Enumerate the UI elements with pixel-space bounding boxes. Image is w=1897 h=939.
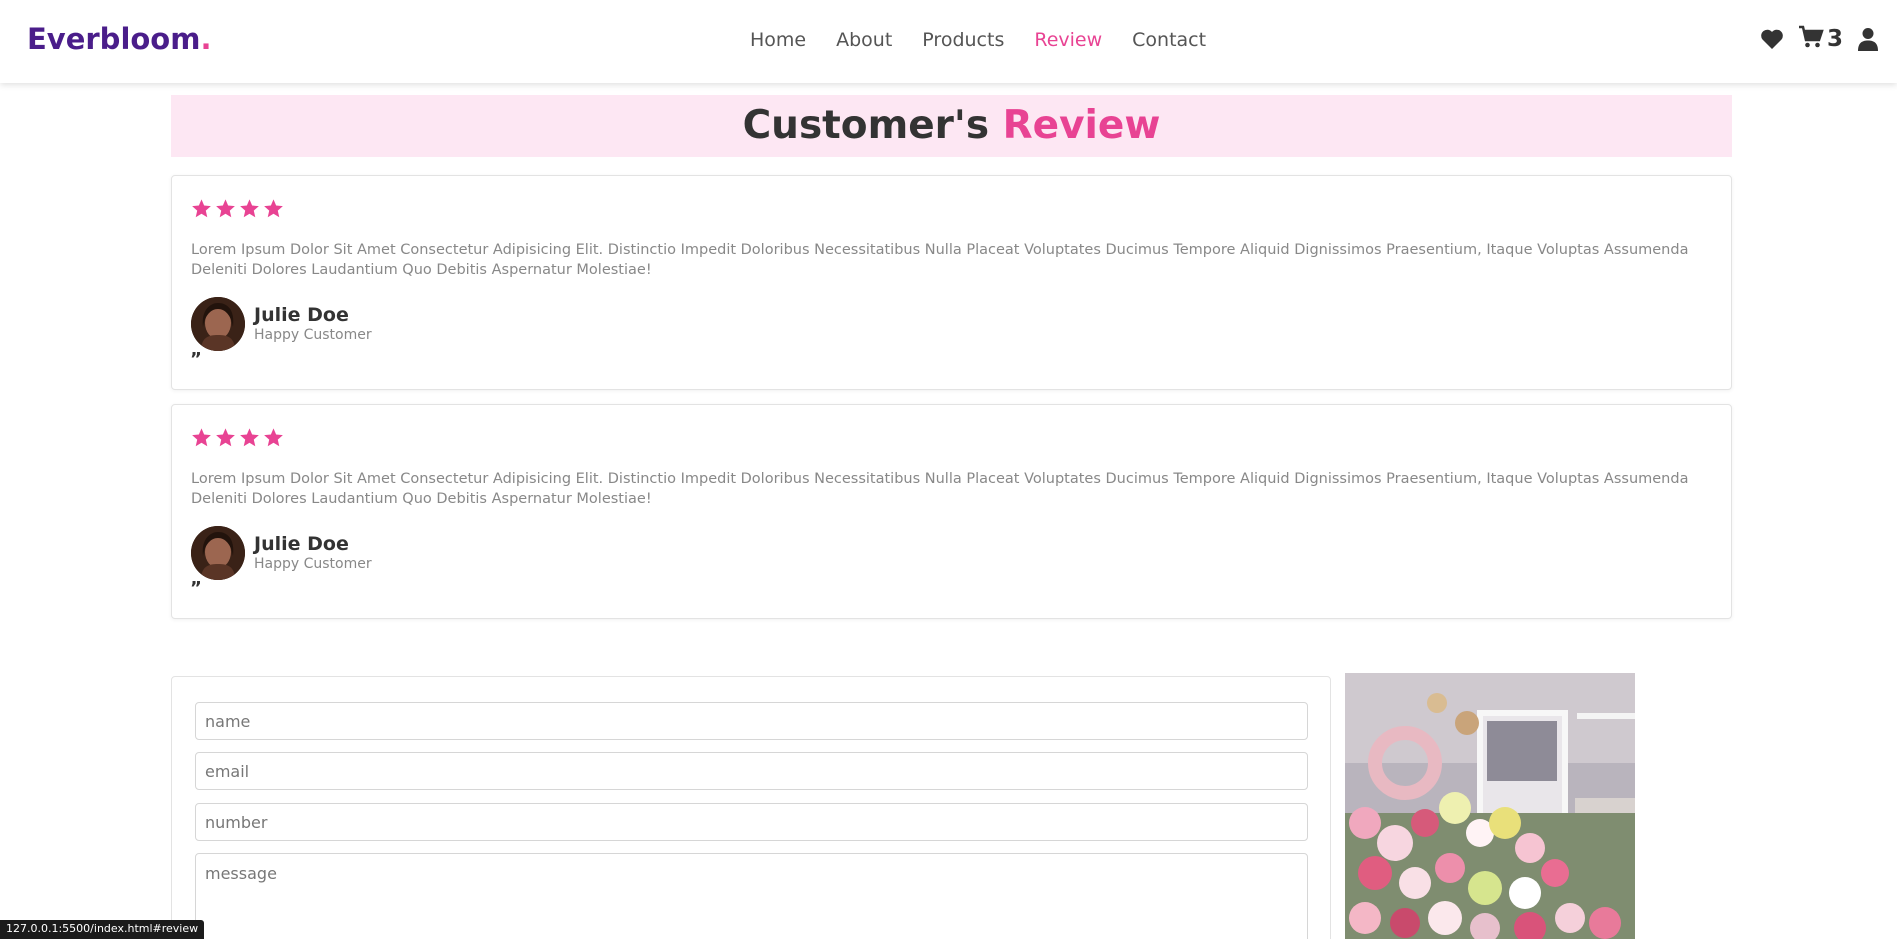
author-role: Happy Customer [254, 327, 372, 343]
star-icon [192, 428, 211, 447]
user-icon[interactable] [1857, 27, 1879, 51]
cart-icon [1798, 25, 1824, 53]
nav-home[interactable]: Home [750, 29, 806, 51]
name-input[interactable] [195, 702, 1308, 740]
author-name: Julie Doe [254, 533, 349, 555]
quote-icon: ” [190, 349, 202, 370]
message-textarea[interactable] [195, 853, 1308, 939]
star-icon [264, 428, 283, 447]
author-role: Happy Customer [254, 556, 372, 572]
review-text: Lorem Ipsum Dolor Sit Amet Consectetur A… [191, 242, 1689, 278]
star-icon [240, 199, 259, 218]
cart-button[interactable]: 3 [1798, 25, 1843, 53]
nav-contact[interactable]: Contact [1132, 29, 1206, 51]
star-icon [240, 428, 259, 447]
nav-review[interactable]: Review [1034, 29, 1102, 51]
quote-icon: ” [190, 578, 202, 599]
page-title: Customer's Review [742, 103, 1161, 148]
review-text: Lorem Ipsum Dolor Sit Amet Consectetur A… [191, 471, 1689, 507]
site-header: Everbloom. Home About Products Review Co… [0, 0, 1897, 83]
nav-about[interactable]: About [836, 29, 892, 51]
star-icon [264, 199, 283, 218]
number-input[interactable] [195, 803, 1308, 841]
avatar [191, 297, 245, 351]
section-heading: Customer's Review [171, 95, 1732, 157]
star-rating [191, 198, 284, 219]
star-icon [216, 199, 235, 218]
nav-products[interactable]: Products [922, 29, 1004, 51]
star-icon [192, 199, 211, 218]
author-name: Julie Doe [254, 304, 349, 326]
star-icon [216, 428, 235, 447]
review-card: Lorem Ipsum Dolor Sit Amet Consectetur A… [171, 404, 1732, 619]
flower-shop-image [1345, 673, 1635, 939]
status-bar-url: 127.0.0.1:5500/index.html#review [0, 920, 205, 939]
cart-count: 3 [1826, 26, 1843, 52]
header-icons: 3 [1760, 25, 1879, 53]
heart-icon[interactable] [1760, 28, 1784, 50]
main-nav: Home About Products Review Contact [750, 29, 1236, 51]
review-card: Lorem Ipsum Dolor Sit Amet Consectetur A… [171, 175, 1732, 390]
logo[interactable]: Everbloom. [27, 22, 211, 56]
contact-form [171, 676, 1331, 939]
star-rating [191, 427, 284, 448]
email-input[interactable] [195, 752, 1308, 790]
avatar [191, 526, 245, 580]
